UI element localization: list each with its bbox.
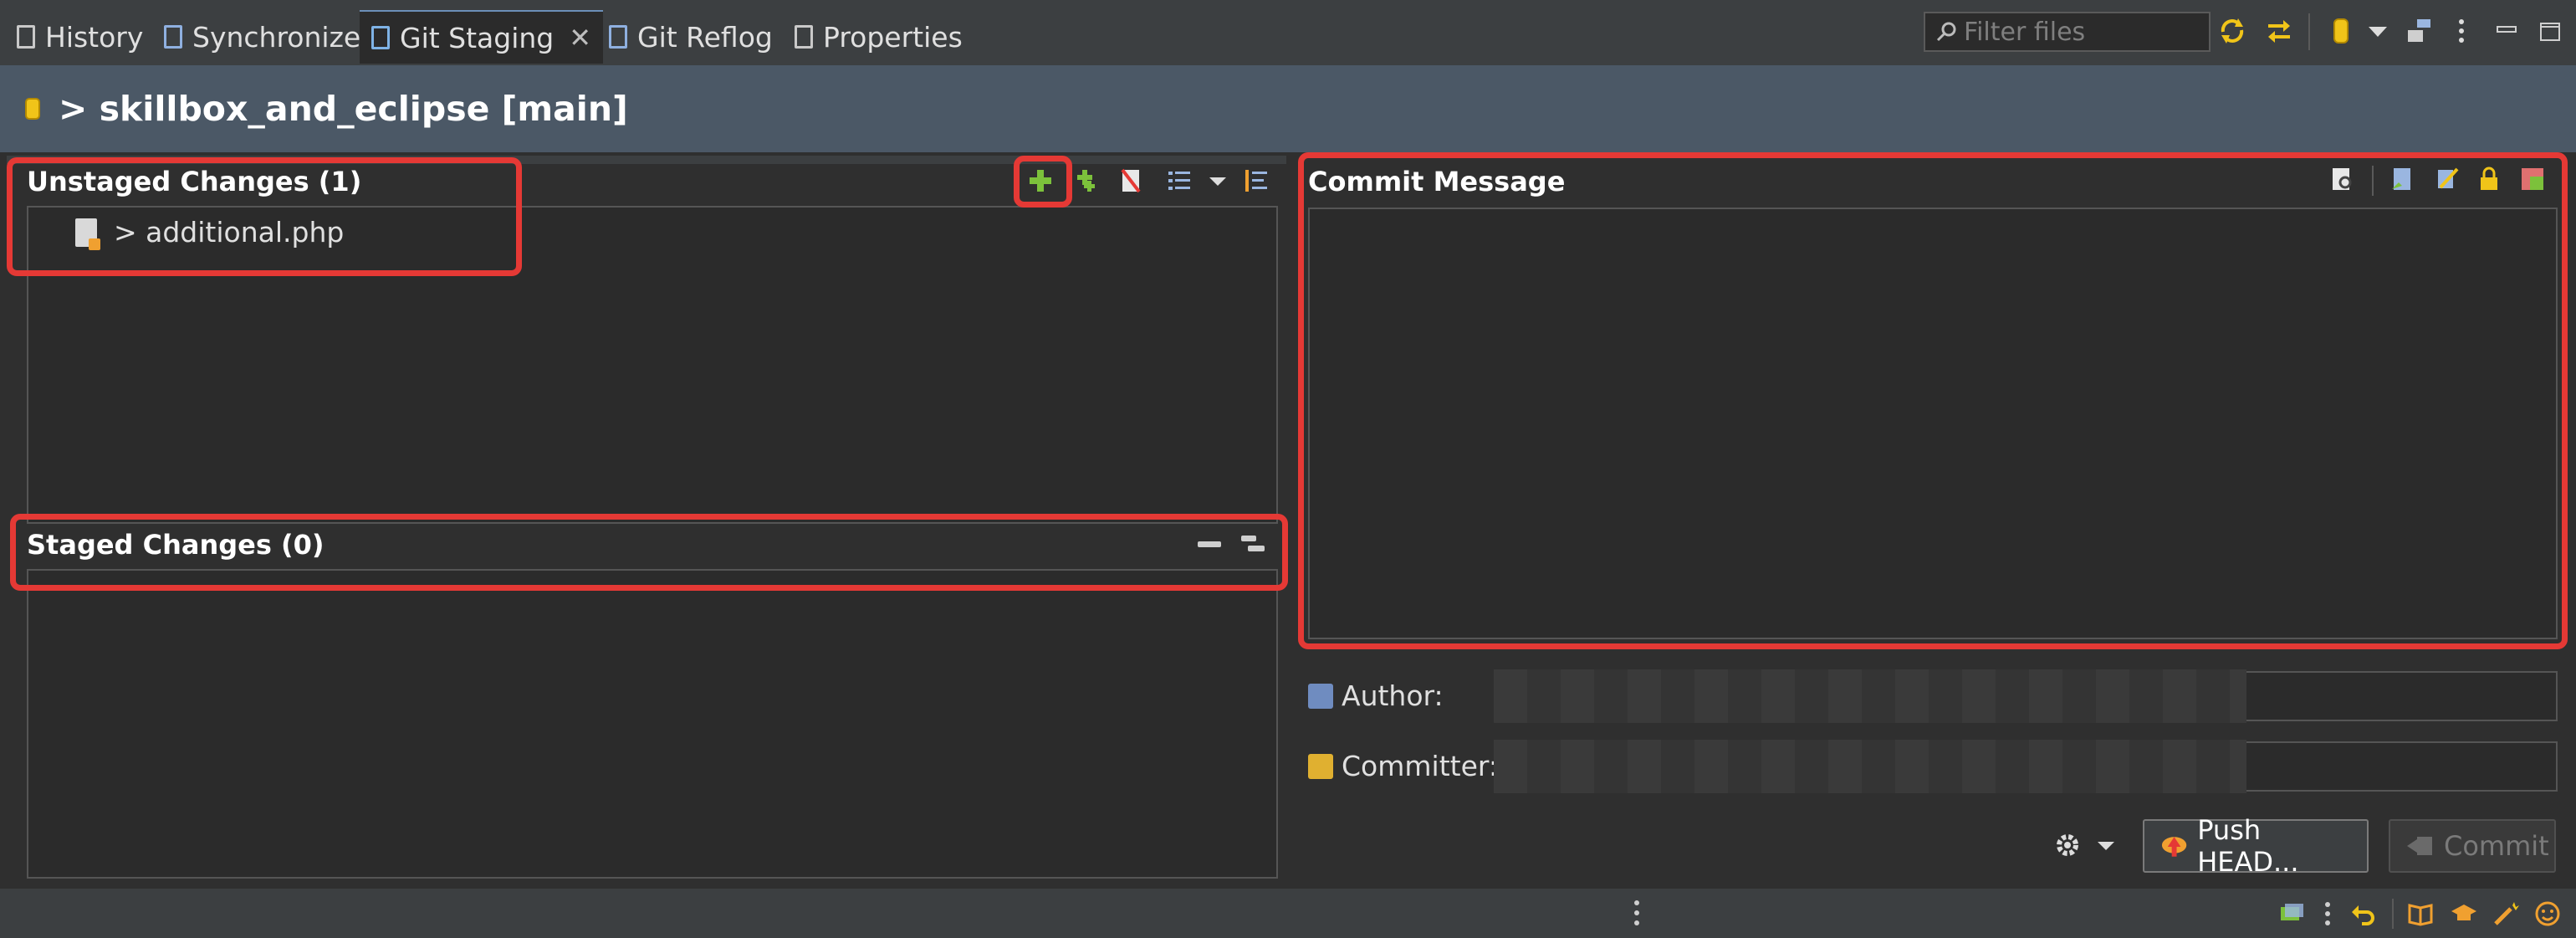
staged-changes-list[interactable] (27, 569, 1278, 879)
tab-label: History (45, 20, 144, 54)
synchronize-icon (164, 25, 182, 49)
repository-header: > skillbox_and_eclipse [main] (0, 65, 2576, 152)
undo-icon[interactable] (2350, 900, 2377, 927)
compare-mode-icon[interactable] (2265, 17, 2293, 45)
smiley-icon[interactable] (2534, 900, 2561, 927)
commit-icon (2407, 837, 2432, 855)
push-head-label: Push HEAD... (2197, 814, 2299, 878)
filter-files-input[interactable] (1964, 17, 2198, 47)
filter-files-field[interactable] (1924, 12, 2211, 52)
notifications-icon[interactable] (2278, 900, 2305, 927)
chevron-down-icon[interactable] (1204, 167, 1231, 194)
git-staging-icon (371, 26, 390, 49)
author-label: Author: (1308, 679, 1444, 712)
graduation-cap-icon[interactable] (2451, 900, 2477, 927)
stage-all-icon[interactable] (1072, 167, 1099, 194)
maximize-icon[interactable] (2536, 17, 2564, 45)
tab-history[interactable]: History (17, 12, 143, 62)
highlight-unstaged-changes (7, 157, 522, 276)
ignore-file-icon[interactable] (1117, 167, 1144, 194)
toolbar-separator (2308, 13, 2310, 50)
author-label-text: Author: (1342, 679, 1444, 712)
repository-icon[interactable] (2327, 17, 2355, 45)
push-icon (2161, 837, 2187, 857)
tab-git-staging[interactable]: Git Staging ✕ (360, 10, 604, 64)
highlight-commit-message (1298, 152, 2568, 649)
refresh-icon[interactable] (2218, 17, 2246, 45)
commit-label: Commit (2444, 830, 2549, 862)
properties-icon (795, 25, 813, 49)
open-book-icon[interactable] (2407, 900, 2434, 927)
repository-title: > skillbox_and_eclipse [main] (59, 89, 628, 129)
committer-label: Committer: (1308, 750, 1498, 782)
tab-label: Git Staging (400, 21, 555, 54)
search-icon (1936, 22, 1956, 42)
status-bar (0, 889, 2576, 938)
settings-gear-icon[interactable] (2054, 832, 2081, 859)
tab-properties[interactable]: Properties (795, 12, 963, 62)
highlight-staged-changes (10, 514, 1288, 591)
magic-wand-icon[interactable] (2492, 900, 2519, 927)
close-icon[interactable]: ✕ (569, 22, 591, 54)
layout-icon[interactable] (2405, 17, 2434, 45)
tab-synchronize[interactable]: Synchronize (164, 12, 360, 62)
tab-git-reflog[interactable]: Git Reflog (609, 12, 773, 62)
toolbar-separator (2392, 899, 2394, 929)
committer-icon (1308, 753, 1333, 779)
redacted-committer (1494, 740, 2246, 793)
status-menu-icon[interactable] (2322, 900, 2333, 927)
tab-label: Synchronize (192, 20, 361, 54)
chevron-down-icon[interactable] (2093, 832, 2119, 859)
redacted-author (1494, 669, 2246, 723)
git-reflog-icon (609, 25, 627, 49)
minimize-icon[interactable] (2492, 17, 2521, 45)
status-bar-handle-icon[interactable] (1631, 899, 1643, 927)
tab-label: Properties (823, 20, 963, 54)
author-icon (1308, 683, 1333, 709)
push-head-button[interactable]: Push HEAD... (2143, 814, 2369, 878)
history-icon (17, 25, 35, 49)
highlight-stage-button (1014, 156, 1072, 208)
commit-button[interactable]: Commit (2389, 819, 2556, 873)
committer-label-text: Committer: (1342, 750, 1498, 782)
repository-icon (25, 98, 40, 120)
chevron-down-icon[interactable] (2364, 17, 2392, 45)
tab-label: Git Reflog (637, 20, 773, 54)
tree-presentation-icon[interactable] (1166, 167, 1193, 194)
sort-icon[interactable] (1243, 167, 1270, 194)
view-menu-icon[interactable] (2447, 17, 2476, 45)
